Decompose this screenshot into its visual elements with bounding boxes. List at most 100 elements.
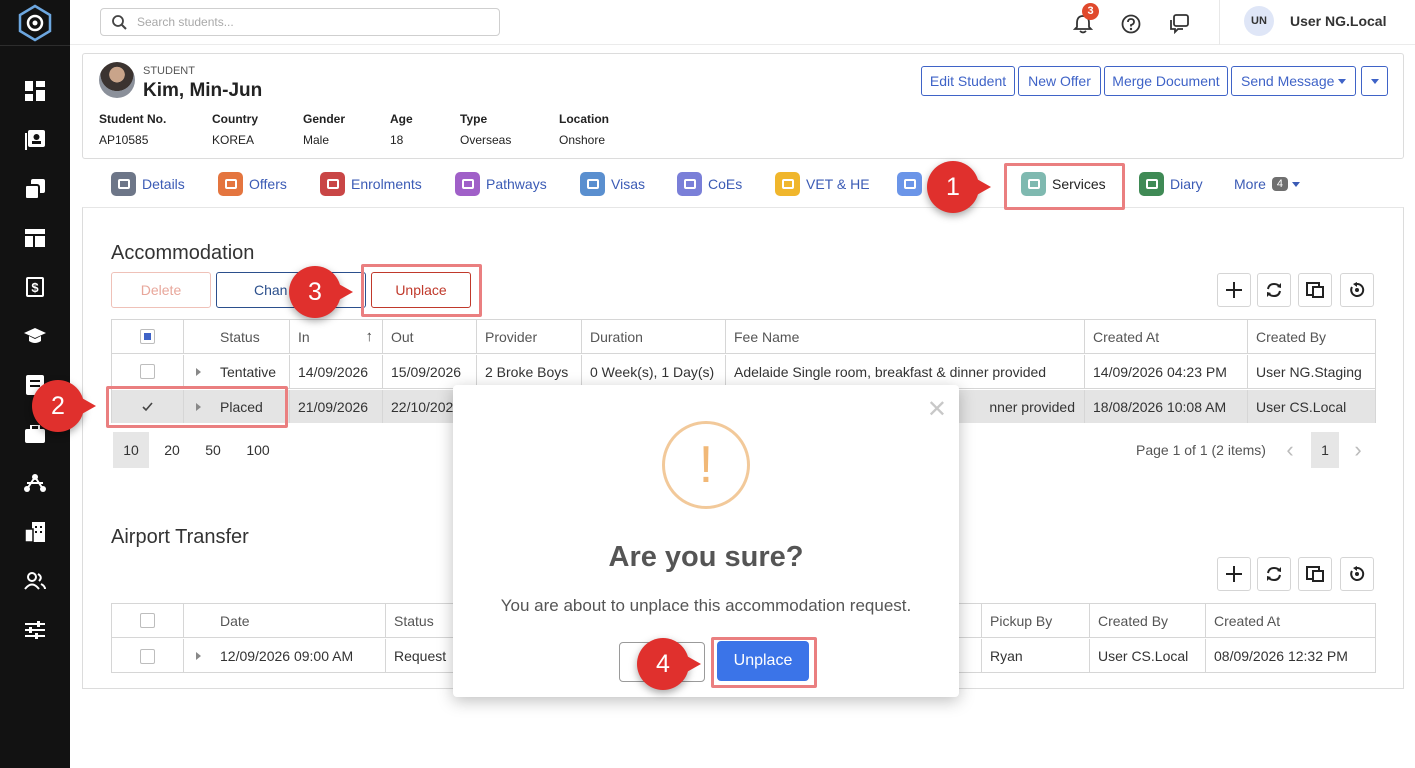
tab-label: Visas <box>611 176 645 192</box>
app-logo-icon[interactable] <box>15 3 55 43</box>
page-size-100[interactable]: 100 <box>240 432 276 468</box>
row-checkbox[interactable] <box>140 364 155 379</box>
add-icon[interactable] <box>1217 557 1251 591</box>
in-cell: 14/09/2026 <box>290 355 383 388</box>
dashboard-icon[interactable] <box>22 78 48 104</box>
next-page-icon[interactable]: › <box>1340 432 1376 468</box>
expand-row-icon[interactable] <box>196 402 201 411</box>
documents-icon[interactable] <box>22 176 48 202</box>
add-icon[interactable] <box>1217 273 1251 307</box>
refresh-icon[interactable] <box>1257 557 1291 591</box>
date-text: 12/09/2026 09:00 AM <box>220 648 354 664</box>
table-row[interactable]: Tentative 14/09/2026 15/09/2026 2 Broke … <box>112 355 1375 389</box>
confirm-unplace-button[interactable]: Unplace <box>717 641 809 681</box>
send-message-button[interactable]: Send Message <box>1231 66 1356 96</box>
merge-document-button[interactable]: Merge Document <box>1104 66 1228 96</box>
search-box[interactable] <box>100 8 500 36</box>
tab-offers[interactable]: Offers <box>218 171 287 197</box>
tab-services[interactable]: Services <box>1021 171 1106 197</box>
layout-icon[interactable] <box>22 225 48 251</box>
expand-row-icon[interactable] <box>196 367 201 376</box>
users-icon[interactable] <box>22 568 48 594</box>
col-pickup-by[interactable]: Pickup By <box>982 604 1090 637</box>
contacts-icon[interactable] <box>22 127 48 153</box>
student-photo <box>99 62 135 98</box>
tab-enrolments[interactable]: Enrolments <box>320 171 422 197</box>
help-icon[interactable] <box>1121 14 1141 37</box>
select-all-checkbox[interactable] <box>140 613 155 628</box>
field-value-gender: Male <box>303 133 330 147</box>
search-input[interactable] <box>137 13 487 31</box>
tab-details[interactable]: Details <box>111 171 185 197</box>
select-all-checkbox[interactable] <box>140 329 155 344</box>
col-created-by[interactable]: Created By <box>1248 320 1375 353</box>
col-out[interactable]: Out <box>383 320 477 353</box>
building-icon[interactable] <box>22 519 48 545</box>
row-checkbox[interactable] <box>140 648 155 664</box>
reset-layout-icon[interactable] <box>1340 557 1374 591</box>
user-avatar[interactable]: UN <box>1244 6 1274 36</box>
refresh-icon[interactable] <box>1257 273 1291 307</box>
page-number-current[interactable]: 1 <box>1311 432 1339 468</box>
tab-label: VET & HE <box>806 176 870 192</box>
page-size-50[interactable]: 50 <box>195 432 231 468</box>
col-created-by[interactable]: Created By <box>1090 604 1206 637</box>
close-icon[interactable]: ✕ <box>927 395 947 424</box>
export-icon[interactable] <box>1298 273 1332 307</box>
user-name[interactable]: User NG.Local <box>1290 13 1386 29</box>
col-provider[interactable]: Provider <box>477 320 582 353</box>
shield-icon <box>897 172 922 196</box>
step-callout-1: 1 <box>927 161 991 213</box>
student-name: Kim, Min-Jun <box>143 80 263 101</box>
services-icon <box>1021 172 1046 196</box>
created-at-cell: 18/08/2026 10:08 AM <box>1085 390 1248 423</box>
created-at-cell: 14/09/2026 04:23 PM <box>1085 355 1248 388</box>
chat-icon[interactable] <box>1169 14 1189 37</box>
student-header-card: STUDENT Kim, Min-Jun Student No. AP10585… <box>82 53 1404 159</box>
field-value-age: 18 <box>390 133 404 147</box>
graduation-icon[interactable] <box>22 323 48 349</box>
top-bar: 3 UN User NG.Local <box>70 0 1415 45</box>
more-actions-dropdown-button[interactable] <box>1361 66 1388 96</box>
col-created-at[interactable]: Created At <box>1085 320 1248 353</box>
reset-layout-icon[interactable] <box>1340 273 1374 307</box>
status-text: Tentative <box>220 363 277 380</box>
tab-diary[interactable]: Diary <box>1139 171 1203 197</box>
delete-button[interactable]: Delete <box>111 272 211 308</box>
col-created-at[interactable]: Created At <box>1206 604 1375 637</box>
new-offer-button[interactable]: New Offer <box>1018 66 1101 96</box>
col-duration[interactable]: Duration <box>582 320 726 353</box>
tab-label: Enrolments <box>351 176 422 192</box>
col-status[interactable]: Status <box>184 320 290 353</box>
col-in[interactable]: In ↑ <box>290 320 383 353</box>
field-label-country: Country <box>212 112 258 126</box>
network-icon[interactable] <box>22 470 48 496</box>
rail-divider <box>0 45 70 46</box>
page-size-20[interactable]: 20 <box>154 432 190 468</box>
col-date[interactable]: Date <box>184 604 386 637</box>
export-icon[interactable] <box>1298 557 1332 591</box>
prev-page-icon[interactable]: ‹ <box>1272 432 1308 468</box>
page-size-10[interactable]: 10 <box>113 432 149 468</box>
tab-coes[interactable]: CoEs <box>677 171 742 197</box>
chevron-down-icon <box>1292 181 1301 187</box>
more-count-badge: 4 <box>1271 177 1289 191</box>
field-value-country: KOREA <box>212 133 255 147</box>
unplace-button[interactable]: Unplace <box>371 272 471 308</box>
tab-more[interactable]: More 4 <box>1234 171 1301 197</box>
finance-icon[interactable]: $ <box>22 274 48 300</box>
edit-student-button[interactable]: Edit Student <box>921 66 1015 96</box>
expand-row-icon[interactable] <box>196 652 201 660</box>
tab-insurance[interactable] <box>897 171 928 197</box>
tab-vet-he[interactable]: VET & HE <box>775 171 870 197</box>
col-in-label: In <box>298 328 310 345</box>
tab-pathways[interactable]: Pathways <box>455 171 547 197</box>
in-cell: 21/09/2026 <box>290 390 383 423</box>
duration-cell: 0 Week(s), 1 Day(s) <box>582 355 726 388</box>
row-checkbox-checked[interactable] <box>140 399 155 414</box>
settings-sliders-icon[interactable] <box>22 617 48 643</box>
tab-visas[interactable]: Visas <box>580 171 645 197</box>
student-tabs: Details Offers Enrolments Pathways Visas… <box>82 162 1404 206</box>
col-fee-name[interactable]: Fee Name <box>726 320 1085 353</box>
search-icon <box>112 15 127 33</box>
